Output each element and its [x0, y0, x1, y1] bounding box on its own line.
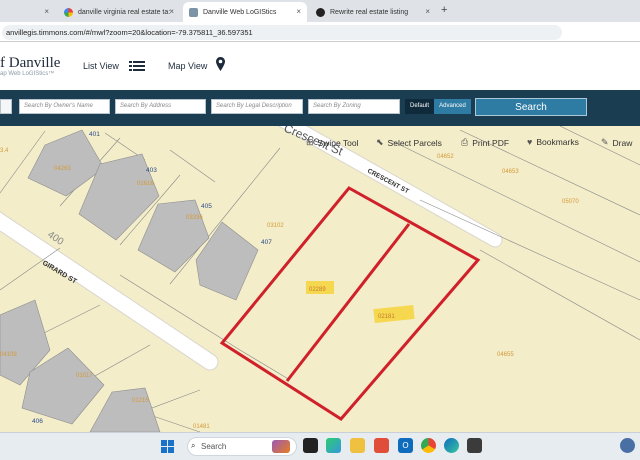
draw-label: Draw [612, 137, 633, 148]
site-title: f Danville [0, 55, 61, 71]
list-icon [129, 61, 145, 71]
building-footprints [0, 129, 259, 432]
google-icon [64, 7, 73, 17]
list-view-link[interactable]: List View [83, 61, 145, 71]
parcel-id: 02181 [378, 314, 395, 320]
edge-icon[interactable] [444, 438, 459, 453]
swipe-icon: ⊞ [306, 137, 314, 147]
bookmarks-label: Bookmarks [536, 137, 579, 147]
parcel-id: 04655 [497, 352, 514, 358]
system-tray-icon[interactable] [620, 438, 635, 453]
default-toggle[interactable]: Default [405, 99, 434, 114]
parcel-id: 01215 [132, 398, 149, 404]
close-icon[interactable]: × [44, 7, 49, 16]
map-view-link[interactable]: Map View [168, 57, 225, 71]
parcel-map[interactable]: Crescent St CRESCENT ST GIRARD ST 400 40… [0, 126, 640, 432]
search-field-edge[interactable] [0, 99, 12, 114]
tab-google-search[interactable]: danville virginia real estate ta: × [58, 2, 180, 22]
parcel-id: 01481 [193, 424, 210, 430]
parcel-id: 01017 [76, 373, 93, 379]
parcel-id: 02289 [309, 287, 326, 293]
cursor-icon: ⬉ [376, 137, 384, 147]
map-view-label: Map View [168, 61, 208, 71]
printer-icon: ⎙ [461, 137, 469, 147]
advanced-toggle[interactable]: Advanced [434, 99, 471, 114]
house-number: 403 [146, 167, 157, 174]
app-icon[interactable] [467, 438, 482, 453]
close-icon[interactable]: × [169, 7, 174, 16]
swipe-tool-label: Swipe Tool [317, 137, 359, 148]
tab-label: Danville Web LoGIStics [203, 8, 277, 16]
draw-button[interactable]: ✎ Draw [601, 137, 632, 148]
search-icon: ⌕ [191, 441, 196, 450]
search-highlight-icon [272, 440, 290, 453]
print-pdf-button[interactable]: ⎙ Print PDF [461, 137, 509, 148]
house-number: 406 [32, 418, 43, 425]
zoning-search-input[interactable]: Search By Zoning [308, 99, 400, 114]
selected-parcel-ids: 02289 02181 [309, 287, 395, 320]
file-explorer-icon[interactable] [350, 438, 365, 453]
tab-label: Rewrite real estate listing [330, 8, 409, 16]
owner-search-input[interactable]: Search By Owner's Name [19, 99, 110, 114]
house-number: 407 [261, 239, 272, 246]
tab-label: danville virginia real estate ta: [78, 8, 171, 16]
parcel-id: 01616 [137, 181, 154, 187]
parcel-id: 04109 [0, 352, 17, 358]
task-view-icon[interactable] [303, 438, 318, 453]
taskbar-search-box[interactable]: ⌕ Search [187, 437, 297, 456]
parcel-id: 04653 [502, 169, 519, 175]
print-pdf-label: Print PDF [472, 137, 510, 148]
chatgpt-icon [316, 7, 325, 17]
chrome-icon[interactable] [421, 438, 436, 453]
outlook-icon[interactable]: O [398, 438, 413, 453]
browser-tab-strip: × danville virginia real estate ta: × Da… [0, 0, 640, 22]
site-subtitle: ap Web LoGIStics™ [0, 71, 55, 77]
select-parcels-label: Select Parcels [387, 137, 442, 148]
tab-previous[interactable]: × [0, 2, 55, 22]
close-icon[interactable]: × [296, 7, 301, 16]
map-canvas[interactable]: Crescent St CRESCENT ST GIRARD ST 400 40… [0, 126, 640, 432]
selected-parcels-outline[interactable] [219, 186, 481, 421]
list-view-label: List View [83, 61, 119, 71]
windows-start-icon[interactable] [161, 440, 174, 453]
store-icon[interactable] [374, 438, 389, 453]
legal-description-search-input[interactable]: Search By Legal Description [211, 99, 303, 114]
taskbar-search-label: Search [201, 442, 227, 451]
swipe-tool-button[interactable]: ⊞ Swipe Tool [306, 137, 359, 148]
gis-site-icon [189, 7, 198, 17]
parcel-id: 04263 [54, 166, 71, 172]
pencil-icon: ✎ [601, 137, 609, 147]
tab-danville-gis[interactable]: Danville Web LoGIStics × [183, 2, 307, 22]
parcel-id: 05070 [562, 199, 579, 205]
new-tab-button[interactable]: + [441, 4, 447, 16]
tab-rewrite-listing[interactable]: Rewrite real estate listing × [310, 2, 436, 22]
close-icon[interactable]: × [425, 7, 430, 16]
heart-icon: ♥ [527, 137, 533, 147]
parcel-id-fragment: 3.4 [0, 148, 9, 154]
windows-taskbar [0, 432, 640, 460]
parcel-id: 03336 [186, 215, 203, 221]
address-search-input[interactable]: Search By Address [115, 99, 206, 114]
parcel-id: 04652 [437, 154, 454, 160]
address-bar: anvillegis.timmons.com/#/mwl?zoom=20&loc… [0, 22, 640, 42]
search-button[interactable]: Search [475, 98, 587, 116]
bookmarks-button[interactable]: ♥ Bookmarks [527, 137, 579, 147]
house-number: 405 [201, 203, 212, 210]
house-number: 401 [89, 131, 100, 138]
parcel-id: 03102 [267, 223, 284, 229]
select-parcels-button[interactable]: ⬉ Select Parcels [376, 137, 442, 148]
url-field[interactable]: anvillegis.timmons.com/#/mwl?zoom=20&loc… [2, 25, 562, 40]
widgets-icon[interactable] [326, 438, 341, 453]
map-pin-icon [216, 57, 225, 71]
